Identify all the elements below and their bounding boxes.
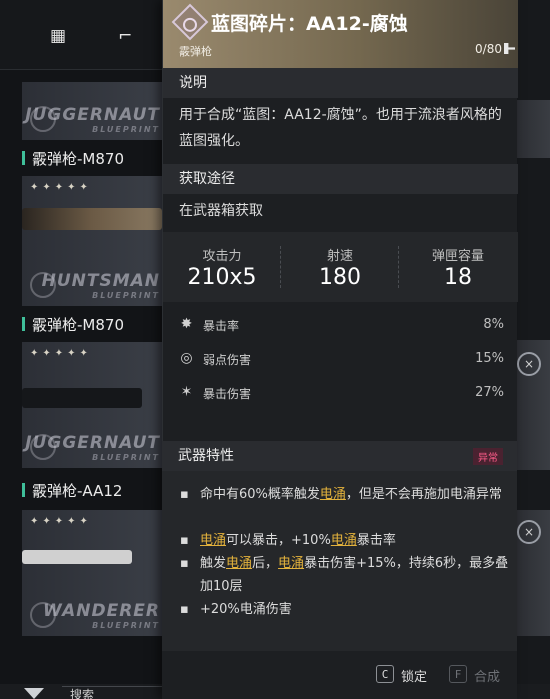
item-type: 霰弹枪 (179, 45, 212, 58)
modifier-name: 暴击率 (203, 319, 240, 333)
keyword-link[interactable]: 电涌 (226, 556, 252, 571)
rarity-stars: ✦✦✦✦✦ (30, 516, 92, 527)
card-brand: HUNTSMAN BLUEPRINT (41, 271, 160, 300)
description-header: 说明 (163, 68, 518, 98)
traits-header: 武器特性 (162, 441, 517, 471)
rarity-stars: ✦✦✦✦✦ (30, 182, 92, 193)
craft-label[interactable]: 合成 (474, 666, 500, 685)
lock-key-hint[interactable]: C (376, 665, 394, 683)
rarity-stars: ✦✦✦✦✦ (30, 348, 92, 359)
trait-text: +20%电涌伤害 (200, 602, 292, 617)
card-brand: WANDERER BLUEPRINT (42, 601, 160, 630)
pistol-category-icon[interactable]: ⌐ (118, 26, 132, 46)
item-description: 用于合成“蓝图：AA12-腐蚀”。也用于流浪者风格的蓝图强化。 (179, 107, 502, 149)
weapon-image (22, 388, 142, 408)
stat-label: 射速 (326, 249, 353, 264)
weapon-card[interactable]: ✦✦✦✦✦ WANDERER BLUEPRINT (22, 510, 168, 636)
keyword-link[interactable]: 电涌 (278, 556, 304, 571)
card-name: 霰弹枪-M870 (22, 314, 124, 335)
weapon-traits: ▪ 命中有60%概率触发电涌，但是不会再施加电涌异常 ▪ 电涌可以暴击，+10%… (162, 471, 517, 651)
card-brand: JUGGERNAUT BLUEPRINT (25, 105, 160, 134)
stat-label: 弹匣容量 (431, 249, 484, 264)
source-header: 获取途径 (163, 164, 518, 194)
item-source: 在武器箱获取 (179, 203, 263, 219)
card-name: 霰弹枪-M870 (22, 148, 124, 169)
stat-value: 18 (444, 265, 472, 290)
weapon-card[interactable]: ✦✦✦✦✦ HUNTSMAN BLUEPRINT (22, 176, 168, 306)
craft-key-hint[interactable]: F (449, 665, 467, 683)
trait-text: 暴击率 (356, 533, 396, 548)
item-count: 0/80 (475, 42, 502, 56)
item-title: 蓝图碎片：AA12-腐蚀 (211, 13, 408, 35)
keyword-link[interactable]: 电涌 (320, 487, 346, 502)
modifier-value: 8% (483, 317, 504, 332)
trait-text: ，但是不会再施加电涌异常 (345, 487, 502, 502)
trait-item: ▪ +20%电涌伤害 (180, 598, 516, 621)
keyword-link[interactable]: 电涌 (200, 533, 226, 548)
modifier-value: 15% (475, 351, 504, 366)
weapon-card[interactable]: ✦✦✦✦✦ JUGGERNAUT BLUEPRINT (22, 342, 168, 468)
crit-rate-icon: ✸ (180, 316, 193, 332)
weapon-image (22, 550, 132, 564)
lock-label[interactable]: 锁定 (401, 666, 427, 685)
trait-item: ▪ 电涌可以暴击，+10%电涌暴击率 (180, 529, 516, 552)
modifier-crit-damage: ✶ 暴击伤害 27% (163, 376, 518, 410)
bullet-icon: ▪ (180, 556, 189, 571)
trait-item: ▪ 触发电涌后，电涌暴击伤害+15%，持续6秒，最多叠加10层 (180, 552, 516, 598)
modifier-name: 暴击伤害 (203, 387, 252, 401)
trait-text: 命中有60%概率触发 (200, 487, 320, 502)
trait-text: 可以暴击，+10% (226, 533, 331, 548)
keyword-link[interactable]: 电涌 (331, 533, 357, 548)
modifier-value: 27% (475, 385, 504, 400)
trait-item: ▪ 命中有60%概率触发电涌，但是不会再施加电涌异常 (180, 483, 516, 506)
card-name: 霰弹枪-AA12 (22, 480, 122, 501)
close-icon[interactable]: × (517, 520, 541, 544)
modifier-weakspot: ◎ 弱点伤害 15% (163, 342, 518, 376)
bullet-icon: ▪ (180, 487, 189, 502)
inventory-topbar: ▦ ⌐ (0, 0, 168, 70)
weapon-image (22, 208, 162, 230)
grid-view-icon[interactable]: ▦ (50, 26, 66, 46)
bullet-icon: ▪ (180, 602, 189, 617)
stat-value: 210x5 (187, 265, 257, 290)
weapon-card[interactable]: JUGGERNAUT BLUEPRINT (22, 82, 168, 140)
weakspot-icon: ◎ (180, 350, 193, 366)
anomaly-tag: 异常 (473, 448, 503, 465)
modifier-crit-rate: ✸ 暴击率 8% (163, 308, 518, 342)
trait-text: 后， (252, 556, 279, 571)
weapon-card-partial[interactable] (517, 100, 550, 158)
bullet-icon: ▪ (180, 533, 189, 548)
trait-text: 触发 (200, 556, 227, 571)
weapon-stats: 攻击力 210x5 射速 180 弹匣容量 18 (163, 232, 518, 302)
stat-label: 攻击力 (202, 249, 242, 264)
card-brand: JUGGERNAUT BLUEPRINT (25, 433, 160, 462)
crit-damage-icon: ✶ (180, 384, 193, 400)
blueprint-fragment-icon (171, 3, 209, 41)
modifier-name: 弱点伤害 (203, 353, 252, 367)
fragment-count-icon (504, 43, 515, 54)
close-icon[interactable]: × (517, 352, 541, 376)
tooltip-header: 蓝图碎片：AA12-腐蚀 霰弹枪 0/80 (163, 0, 518, 68)
stat-value: 180 (319, 265, 361, 290)
